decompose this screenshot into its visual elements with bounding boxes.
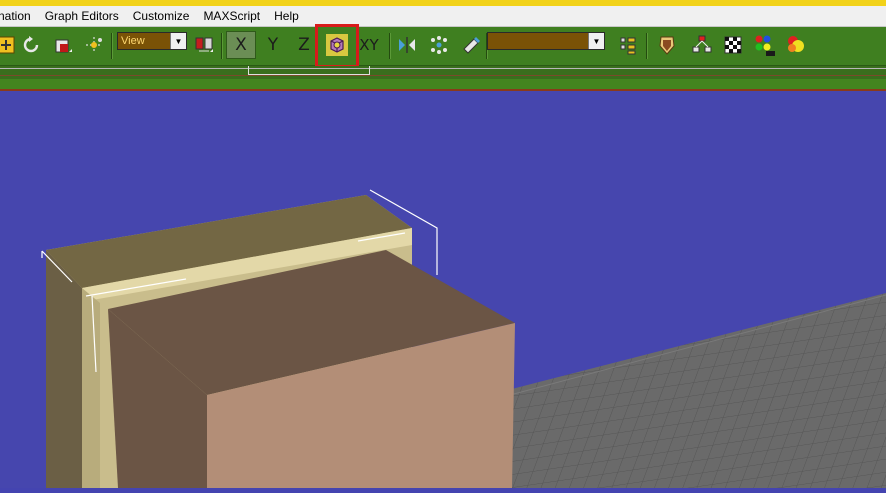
axis-z-label: Z xyxy=(298,35,310,55)
menu-maxscript[interactable]: MAXScript xyxy=(196,6,267,26)
frame-object-side xyxy=(46,250,82,488)
reference-coordinate-dropdown[interactable]: View ▼ xyxy=(117,32,187,50)
mirror-icon[interactable] xyxy=(393,31,421,59)
axis-x-label: X xyxy=(235,35,247,55)
menu-graph-editors[interactable]: Graph Editors xyxy=(38,6,126,26)
select-scale-icon[interactable] xyxy=(49,31,77,59)
select-rotate-icon[interactable] xyxy=(17,31,45,59)
restrict-to-x-button[interactable]: X xyxy=(226,31,256,59)
reference-coordinate-value: View xyxy=(121,35,145,47)
named-selection-dropdown[interactable]: ▼ xyxy=(487,32,605,50)
align-icon[interactable] xyxy=(457,31,485,59)
frame-object-inner-side xyxy=(82,288,100,488)
divider xyxy=(0,75,886,76)
layer-manager-icon[interactable] xyxy=(614,31,642,59)
viewport-scene[interactable] xyxy=(0,91,886,488)
axis-xy-label: XY xyxy=(359,36,379,54)
tool-highlight-box xyxy=(315,24,359,68)
restrict-to-z-button[interactable]: Z xyxy=(290,31,318,59)
menu-help[interactable]: Help xyxy=(267,6,306,26)
main-toolbar: View ▼ X Y Z XY ▼ xyxy=(0,27,886,66)
toolbar-separator xyxy=(389,33,391,59)
group-bracket xyxy=(248,66,370,75)
menu-customize[interactable]: Customize xyxy=(126,6,197,26)
schematic-view-icon[interactable] xyxy=(688,31,716,59)
menu-animation[interactable]: nation xyxy=(0,6,38,26)
array-icon[interactable] xyxy=(425,31,453,59)
select-manipulate-icon[interactable] xyxy=(80,31,108,59)
ribbon-strip-lower xyxy=(0,79,886,91)
material-editor-icon[interactable] xyxy=(719,31,747,59)
chevron-down-icon: ▼ xyxy=(588,33,604,49)
toolbar-separator xyxy=(221,33,223,59)
divider xyxy=(0,68,886,69)
restrict-to-y-button[interactable]: Y xyxy=(259,31,287,59)
menu-bar: nation Graph Editors Customize MAXScript… xyxy=(0,6,886,27)
axis-y-label: Y xyxy=(267,35,279,55)
toolbar-separator xyxy=(646,33,648,59)
render-setup-icon[interactable] xyxy=(750,31,778,59)
chevron-down-icon: ▼ xyxy=(170,33,186,49)
curve-editor-icon[interactable] xyxy=(653,31,681,59)
use-pivot-center-icon[interactable] xyxy=(190,31,218,59)
viewport[interactable] xyxy=(0,91,886,488)
render-icon[interactable] xyxy=(782,31,810,59)
ribbon-strip xyxy=(0,66,886,79)
toolbar-separator xyxy=(111,33,113,59)
